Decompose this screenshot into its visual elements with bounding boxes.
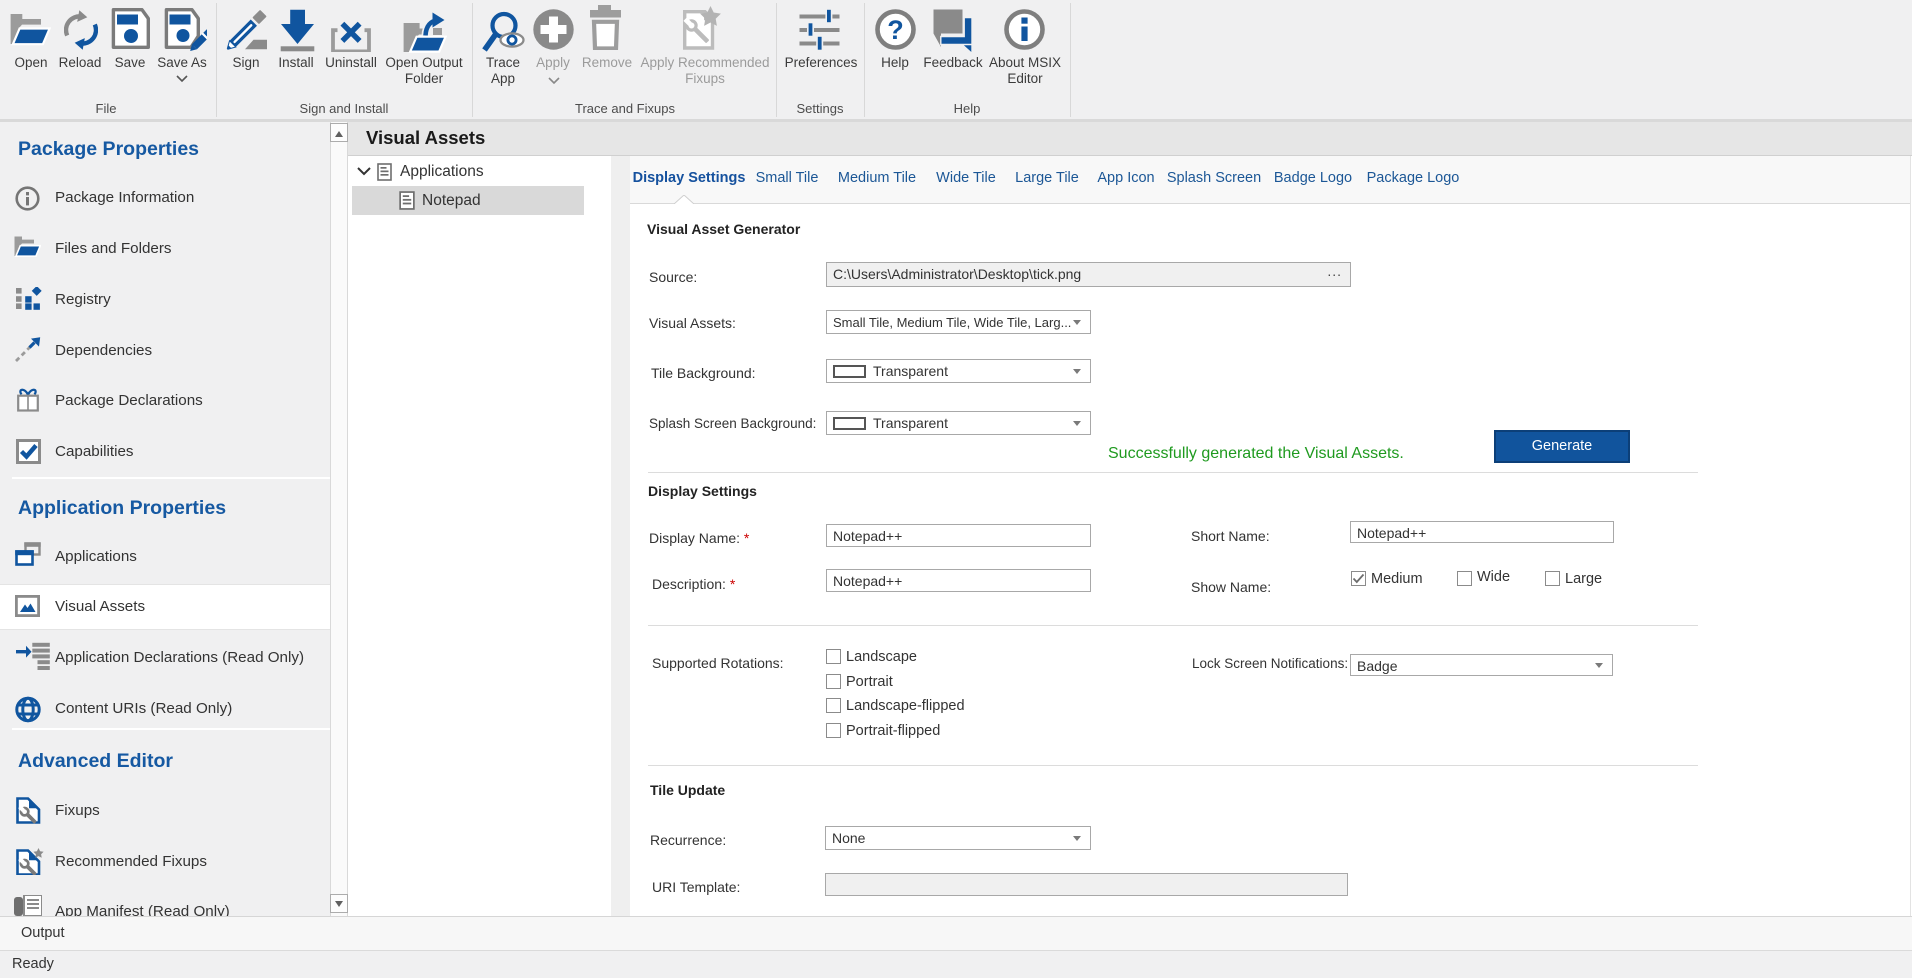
svg-text:?: ? <box>887 15 904 45</box>
